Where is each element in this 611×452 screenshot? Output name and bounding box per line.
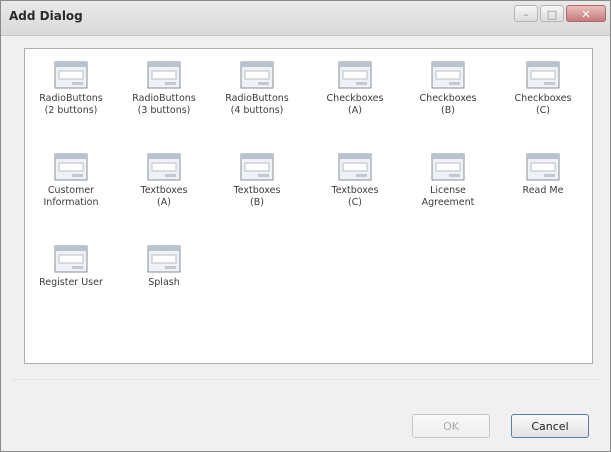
dialog-window-icon [240,153,274,181]
dialog-item-textboxes-c[interactable]: Textboxes (C) [309,153,401,209]
dialog-item-license-agreement[interactable]: License Agreement [402,153,494,209]
dialog-window-icon [431,153,465,181]
dialog-item-radiobuttons-4[interactable]: RadioButtons (4 buttons) [211,61,303,117]
dialog-item-checkboxes-b[interactable]: Checkboxes (B) [402,61,494,117]
dialog-item-label: RadioButtons (3 buttons) [132,93,196,116]
dialog-item-label: RadioButtons (4 buttons) [225,93,289,116]
dialog-window-icon [338,61,372,89]
dialog-item-label: Textboxes (C) [331,185,379,208]
dialog-item-label: RadioButtons (2 buttons) [39,93,103,116]
dialog-window-icon [54,245,88,273]
dialog-window-icon [526,153,560,181]
title-bar[interactable]: Add Dialog – □ ✕ [1,1,610,36]
dialog-item-checkboxes-c[interactable]: Checkboxes (C) [497,61,589,117]
ok-button[interactable]: OK [412,414,490,438]
dialog-item-label: Checkboxes (A) [326,93,384,116]
dialog-item-radiobuttons-3[interactable]: RadioButtons (3 buttons) [118,61,210,117]
dialog-item-checkboxes-a[interactable]: Checkboxes (A) [309,61,401,117]
dialog-window-icon [147,245,181,273]
cancel-button[interactable]: Cancel [511,414,589,438]
window-controls: – □ ✕ [514,5,606,22]
dialog-window-icon [147,153,181,181]
dialog-item-splash[interactable]: Splash [118,245,210,289]
dialog-item-label: License Agreement [421,185,475,208]
dialog-item-radiobuttons-2[interactable]: RadioButtons (2 buttons) [25,61,117,117]
dialog-item-label: Read Me [522,185,564,196]
dialog-template-list[interactable]: RadioButtons (2 buttons) RadioButtons (3… [24,48,593,364]
dialog-item-label: Checkboxes (B) [419,93,477,116]
dialog-item-register-user[interactable]: Register User [25,245,117,289]
divider [11,379,600,380]
dialog-window-icon [54,153,88,181]
dialog-item-customer-information[interactable]: Customer Information [25,153,117,209]
minimize-button[interactable]: – [514,5,538,22]
maximize-button[interactable]: □ [540,5,564,22]
dialog-window-icon [338,153,372,181]
dialog-window-icon [54,61,88,89]
dialog-window-icon [431,61,465,89]
dialog-item-label: Checkboxes (C) [514,93,572,116]
dialog-window-icon [240,61,274,89]
dialog-item-textboxes-a[interactable]: Textboxes (A) [118,153,210,209]
dialog-window-icon [526,61,560,89]
add-dialog-window: Add Dialog – □ ✕ RadioButtons (2 buttons… [0,0,611,452]
window-title: Add Dialog [9,9,83,23]
dialog-item-read-me[interactable]: Read Me [497,153,589,197]
dialog-item-label: Splash [148,277,180,288]
dialog-item-label: Customer Information [43,185,99,208]
dialog-item-label: Textboxes (B) [233,185,281,208]
dialog-item-label: Textboxes (A) [140,185,188,208]
dialog-item-label: Register User [39,277,103,288]
dialog-item-textboxes-b[interactable]: Textboxes (B) [211,153,303,209]
close-button[interactable]: ✕ [566,5,606,22]
dialog-window-icon [147,61,181,89]
